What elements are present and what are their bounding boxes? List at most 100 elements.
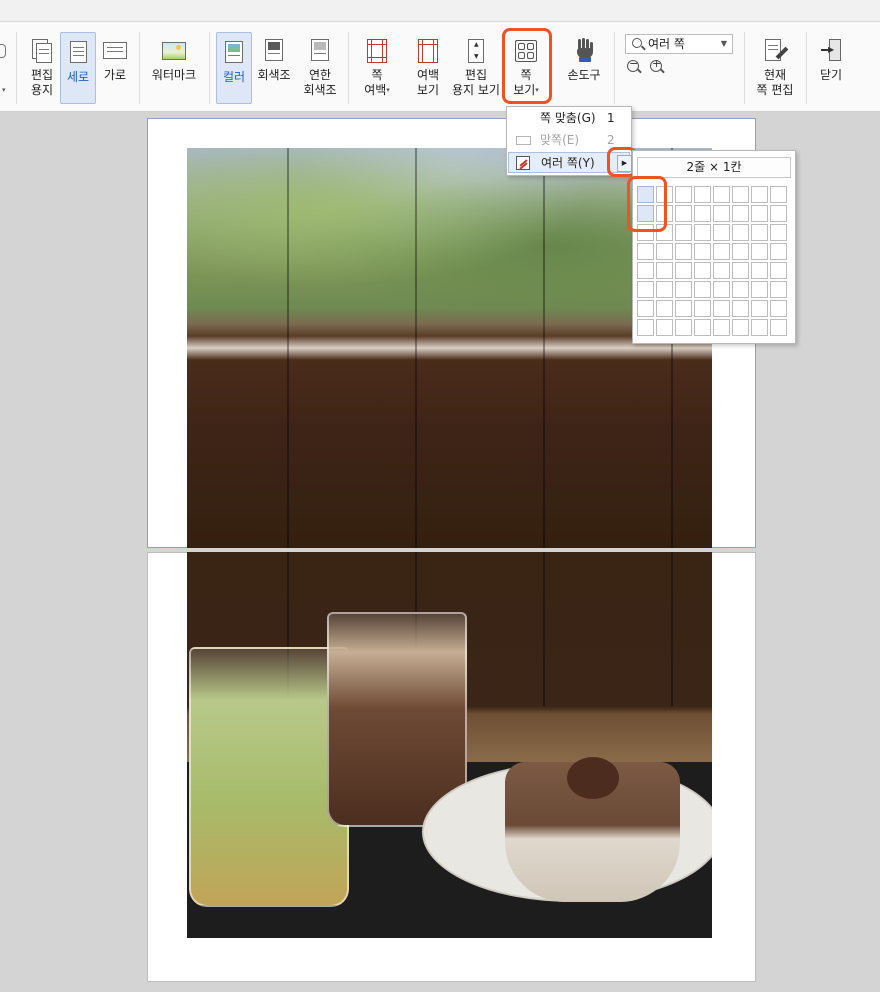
grid-cell[interactable]: [732, 262, 749, 279]
grid-cell[interactable]: [770, 186, 787, 203]
grid-cell[interactable]: [713, 300, 730, 317]
grid-cell[interactable]: [770, 224, 787, 241]
grid-cell[interactable]: [732, 300, 749, 317]
page-view-button[interactable]: 쪽 보기▾: [506, 30, 546, 104]
grid-cell[interactable]: [751, 262, 768, 279]
grid-cell[interactable]: [656, 319, 673, 336]
grid-cell[interactable]: [694, 281, 711, 298]
grid-cell[interactable]: [637, 319, 654, 336]
light-grayscale-button[interactable]: 연한 회색조: [300, 30, 340, 104]
grid-cell[interactable]: [694, 319, 711, 336]
grid-cell[interactable]: [751, 281, 768, 298]
grid-cell[interactable]: [694, 224, 711, 241]
grid-cell[interactable]: [694, 300, 711, 317]
grid-cell[interactable]: [732, 205, 749, 222]
page-margin-button[interactable]: 쪽 여백▾: [356, 30, 398, 104]
grid-cell[interactable]: [656, 262, 673, 279]
grid-cell[interactable]: [637, 205, 654, 222]
menu-item-multiple-pages[interactable]: 여러 쪽(Y) ▶: [508, 152, 632, 173]
grid-cell[interactable]: [656, 186, 673, 203]
partial-tool-icon[interactable]: [0, 44, 6, 58]
zoom-value: 여러 쪽: [648, 37, 685, 51]
grid-cell[interactable]: [656, 224, 673, 241]
hand-tool-button[interactable]: 손도구: [562, 30, 606, 104]
grid-cell[interactable]: [675, 281, 692, 298]
grid-cell[interactable]: [770, 300, 787, 317]
menu-item-fit-page[interactable]: 쪽 맞춤(G) 1: [508, 108, 630, 129]
grid-cell[interactable]: [637, 300, 654, 317]
hand-icon: [572, 38, 596, 63]
grid-cell[interactable]: [675, 243, 692, 260]
close-label: 닫기: [819, 68, 843, 82]
grid-cell[interactable]: [675, 319, 692, 336]
edit-current-page-button[interactable]: 현재 쪽 편집: [752, 30, 798, 104]
submenu-arrow-icon[interactable]: ▶: [617, 155, 632, 172]
grid-cell[interactable]: [694, 186, 711, 203]
grid-cell[interactable]: [675, 262, 692, 279]
grid-cell[interactable]: [694, 262, 711, 279]
light-grayscale-label: 연한 회색조: [303, 68, 337, 97]
grid-cell[interactable]: [770, 281, 787, 298]
grid-cell[interactable]: [713, 205, 730, 222]
grid-cell[interactable]: [751, 186, 768, 203]
portrait-button[interactable]: 세로: [60, 32, 96, 104]
grid-cell[interactable]: [656, 243, 673, 260]
grid-cell[interactable]: [637, 224, 654, 241]
grid-cell[interactable]: [713, 224, 730, 241]
grid-cell[interactable]: [732, 224, 749, 241]
grid-cell[interactable]: [694, 243, 711, 260]
paper-stack-icon: [30, 39, 54, 63]
close-button[interactable]: ▶ 닫기: [812, 30, 850, 104]
grid-cell[interactable]: [675, 205, 692, 222]
grid-cell[interactable]: [713, 186, 730, 203]
grid-cell[interactable]: [770, 243, 787, 260]
color-button[interactable]: 컬러: [216, 32, 252, 104]
edit-current-page-label: 현재 쪽 편집: [756, 68, 794, 97]
page-grid[interactable]: [637, 186, 791, 338]
zoom-out-icon[interactable]: −: [627, 57, 639, 72]
grid-cell[interactable]: [656, 205, 673, 222]
grid-cell[interactable]: [770, 205, 787, 222]
grid-cell[interactable]: [637, 243, 654, 260]
zoom-select[interactable]: 여러 쪽 ▼: [625, 34, 733, 54]
grid-cell[interactable]: [675, 186, 692, 203]
margin-view-label: 여백 보기: [416, 68, 440, 97]
grid-cell[interactable]: [751, 224, 768, 241]
grid-cell[interactable]: [637, 186, 654, 203]
ribbon-toolbar: ▾ 편집 용지 세로 가로 워터마크 컬러 회색조 연한 회색조 쪽 여백▾ 여…: [0, 22, 880, 112]
edit-page-pencil-icon: [763, 39, 789, 63]
grid-cell[interactable]: [751, 319, 768, 336]
grid-cell[interactable]: [713, 281, 730, 298]
edit-paper-button[interactable]: 편집 용지: [22, 30, 62, 104]
grid-cell[interactable]: [675, 224, 692, 241]
landscape-button[interactable]: 가로: [98, 30, 132, 104]
watermark-button[interactable]: 워터마크: [146, 30, 202, 104]
grid-cell[interactable]: [770, 319, 787, 336]
grid-cell[interactable]: [637, 262, 654, 279]
grid-cell[interactable]: [770, 262, 787, 279]
grid-cell[interactable]: [751, 300, 768, 317]
grid-cell[interactable]: [713, 319, 730, 336]
grid-cell[interactable]: [713, 262, 730, 279]
grid-cell[interactable]: [751, 243, 768, 260]
grid-cell[interactable]: [732, 319, 749, 336]
grid-cell[interactable]: [637, 281, 654, 298]
grayscale-button[interactable]: 회색조: [254, 30, 294, 104]
multi-page-check-icon: [516, 156, 530, 170]
grid-size-label: 2줄 × 1칸: [637, 157, 791, 178]
grid-cell[interactable]: [656, 300, 673, 317]
grid-cell[interactable]: [656, 281, 673, 298]
grid-cell[interactable]: [732, 243, 749, 260]
multi-page-grid-icon: [514, 39, 538, 63]
grid-cell[interactable]: [694, 205, 711, 222]
zoom-in-icon[interactable]: +: [650, 57, 662, 72]
grid-cell[interactable]: [732, 186, 749, 203]
edit-paper-view-button[interactable]: ▲ ▼ 편집 용지 보기: [450, 30, 502, 104]
grid-cell[interactable]: [675, 300, 692, 317]
menu-item-facing-pages[interactable]: 맞쪽(E) 2: [508, 130, 630, 151]
grid-cell[interactable]: [732, 281, 749, 298]
landscape-page-icon: [103, 39, 127, 63]
grid-cell[interactable]: [751, 205, 768, 222]
margin-view-button[interactable]: 여백 보기: [408, 30, 448, 104]
grid-cell[interactable]: [713, 243, 730, 260]
